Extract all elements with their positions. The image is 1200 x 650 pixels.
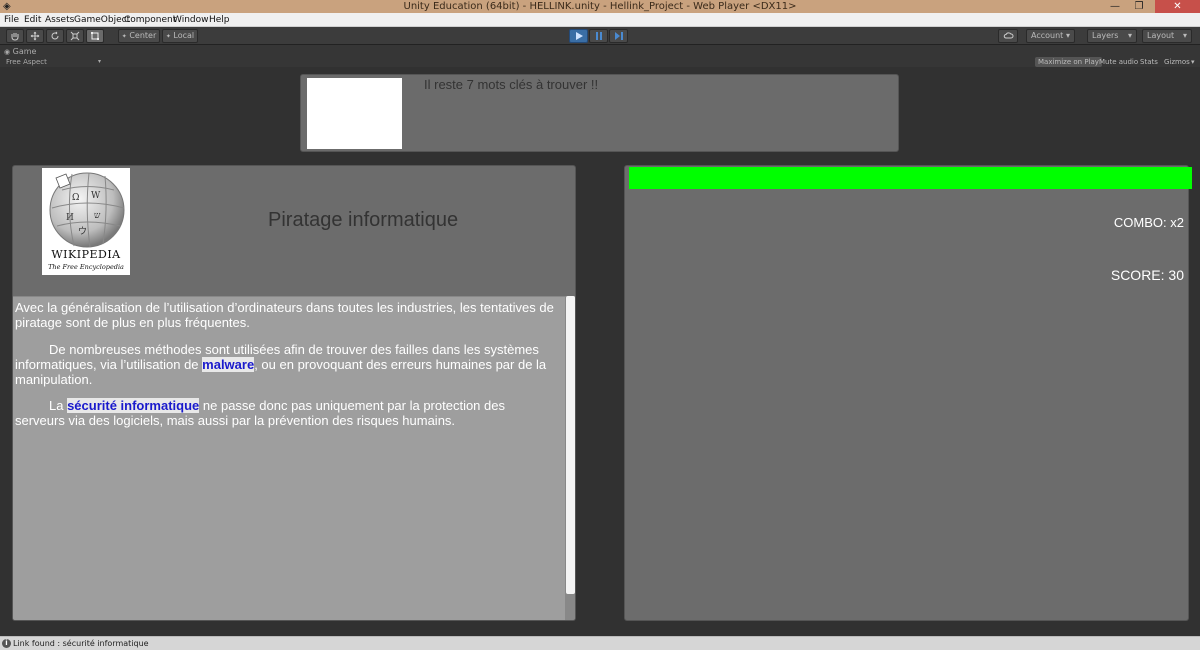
svg-text:ש: ש <box>94 211 101 221</box>
tab-game[interactable]: ◉ Game <box>4 47 36 56</box>
rotate-tool-button[interactable] <box>46 29 64 43</box>
move-tool-button[interactable] <box>26 29 44 43</box>
chevron-down-icon: ▾ <box>1191 58 1195 66</box>
window-title: Unity Education (64bit) - HELLINK.unity … <box>403 1 797 12</box>
combo-counter: COMBO: x2 <box>1113 215 1184 230</box>
pause-button[interactable] <box>589 29 608 43</box>
rotate-icon <box>51 31 59 40</box>
menu-gameobject[interactable]: GameObject <box>74 13 130 27</box>
maximize-button[interactable]: ❐ <box>1128 0 1150 13</box>
paragraph-2: De nombreuses méthodes sont utilisées af… <box>15 342 555 387</box>
game-viewport: Il reste 7 mots clés à trouver !! Ω W И <box>0 67 1200 636</box>
scale-tool-button[interactable] <box>66 29 84 43</box>
health-bar <box>629 167 1192 189</box>
menu-bar: File Edit Assets GameObject Component Wi… <box>0 13 1200 27</box>
menu-component[interactable]: Component <box>124 13 176 27</box>
move-icon <box>30 31 40 41</box>
wikipedia-globe-icon: Ω W И ש ウ <box>49 172 125 248</box>
pivot-icon: ✦ <box>121 33 127 40</box>
stats-toggle[interactable]: Stats <box>1137 57 1161 67</box>
rect-tool-icon <box>91 32 99 40</box>
layout-dropdown[interactable]: Layout ▾ <box>1142 29 1192 43</box>
account-label: Account <box>1031 31 1064 40</box>
chevron-down-icon: ▾ <box>1065 31 1070 40</box>
hand-icon <box>11 33 19 41</box>
play-button[interactable] <box>569 29 588 43</box>
pivot-label: Center <box>129 31 157 40</box>
rect-tool-button[interactable] <box>86 29 104 43</box>
space-toggle-button[interactable]: ✦ Local <box>162 29 198 43</box>
window-title-bar: ◈ Unity Education (64bit) - HELLINK.unit… <box>0 0 1200 13</box>
article-panel: Ω W И ש ウ WIKIPEDIA The Free Encyclopedi… <box>12 165 576 621</box>
svg-text:ウ: ウ <box>78 226 87 237</box>
info-icon: i <box>2 639 11 648</box>
article-scrollbar[interactable] <box>565 296 575 620</box>
menu-help[interactable]: Help <box>209 13 230 27</box>
paragraph-3-text-before: La <box>49 398 68 413</box>
article-title: Piratage informatique <box>268 209 459 231</box>
cloud-button[interactable] <box>998 29 1018 43</box>
layers-label: Layers <box>1092 31 1119 40</box>
svg-text:И: И <box>66 213 74 223</box>
menu-window[interactable]: Window <box>173 13 209 27</box>
space-label: Local <box>173 31 195 40</box>
svg-text:Ω: Ω <box>72 193 79 203</box>
cloud-icon <box>1003 32 1013 39</box>
menu-edit[interactable]: Edit <box>24 13 41 27</box>
wikipedia-tagline: The Free Encyclopedia <box>48 263 124 271</box>
menu-assets[interactable]: Assets <box>45 13 74 27</box>
score-panel: COMBO: x2 SCORE: 30 <box>624 165 1192 621</box>
status-message[interactable]: Link found : sécurité informatique <box>13 637 149 650</box>
keywords-remaining-message: Il reste 7 mots clés à trouver !! <box>424 77 599 92</box>
game-view-header: ◉ Game Free Aspect ▾ Maximize on Play Mu… <box>0 45 1200 67</box>
layers-dropdown[interactable]: Layers ▾ <box>1087 29 1137 43</box>
chevron-down-icon: ▾ <box>1182 31 1187 40</box>
status-bar: i Link found : sécurité informatique <box>0 636 1200 650</box>
minimize-button[interactable]: — <box>1104 0 1126 13</box>
pivot-toggle-button[interactable]: ✦ Center <box>118 29 160 43</box>
account-dropdown[interactable]: Account ▾ <box>1026 29 1075 43</box>
wikipedia-wordmark: WIKIPEDIA <box>51 248 121 261</box>
close-button[interactable]: ✕ <box>1155 0 1200 13</box>
link-securite-informatique[interactable]: sécurité informatique <box>67 398 200 413</box>
link-malware[interactable]: malware <box>202 357 255 372</box>
svg-text:W: W <box>91 191 101 201</box>
chevron-down-icon: ▾ <box>1127 31 1132 40</box>
toolbar: ✦ Center ✦ Local Account ▾ Layers ▾ Layo… <box>0 27 1200 45</box>
scale-icon <box>70 31 80 41</box>
image-placeholder <box>307 78 402 149</box>
pause-icon <box>595 32 602 40</box>
step-icon <box>614 32 623 40</box>
paragraph-3: La sécurité informatique ne passe donc p… <box>15 398 555 428</box>
wikipedia-logo: Ω W И ש ウ WIKIPEDIA The Free Encyclopedi… <box>42 168 130 275</box>
maximize-on-play-toggle[interactable]: Maximize on Play <box>1035 57 1102 67</box>
aspect-dropdown[interactable]: Free Aspect <box>6 58 47 66</box>
mute-audio-toggle[interactable]: Mute audio <box>1096 57 1141 67</box>
chevron-down-icon: ▾ <box>98 58 102 65</box>
scrollbar-thumb[interactable] <box>566 296 575 594</box>
tab-game-label: Game <box>12 47 37 56</box>
space-icon: ✦ <box>165 33 171 40</box>
keywords-panel: Il reste 7 mots clés à trouver !! <box>300 74 899 152</box>
game-view-icon: ◉ <box>4 48 11 56</box>
paragraph-1: Avec la généralisation de l’utilisation … <box>15 300 554 330</box>
hand-tool-button[interactable] <box>6 29 24 43</box>
menu-file[interactable]: File <box>4 13 19 27</box>
article-text-area: Avec la généralisation de l’utilisation … <box>13 296 565 620</box>
score-counter: SCORE: 30 <box>1110 267 1184 283</box>
layout-label: Layout <box>1147 31 1175 40</box>
play-icon <box>575 32 583 40</box>
step-button[interactable] <box>609 29 628 43</box>
